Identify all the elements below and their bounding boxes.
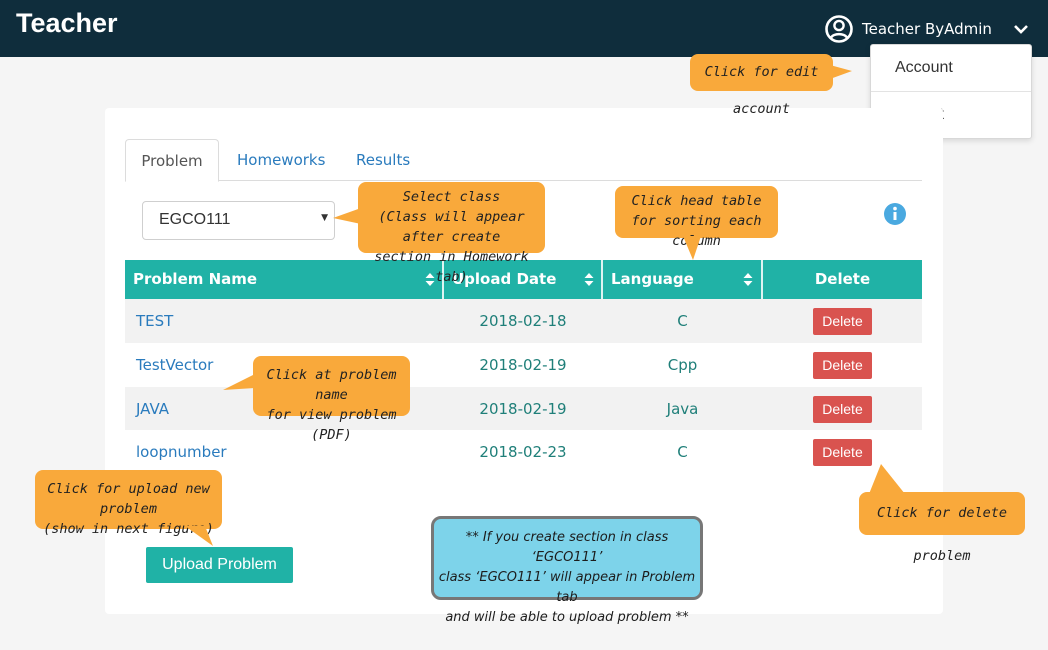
callout-pointer — [333, 208, 361, 224]
callout-problem-name-line2: for view problem (PDF) — [266, 407, 397, 443]
delete-button[interactable]: Delete — [813, 396, 872, 423]
th-language[interactable]: Language — [611, 260, 761, 299]
upload-date: 2018-02-19 — [479, 356, 567, 374]
delete-button[interactable]: Delete — [813, 439, 872, 466]
user-menu-toggle[interactable]: Teacher ByAdmin — [824, 13, 1030, 45]
delete-button[interactable]: Delete — [813, 352, 872, 379]
info-note-line1: ** If you create section in class ‘EGCO1… — [465, 530, 669, 565]
callout-pointer — [223, 374, 255, 390]
problem-name-link[interactable]: loopnumber — [136, 430, 227, 474]
th-problem-name-label: Problem Name — [133, 270, 258, 288]
class-select[interactable]: EGCO111 ▼ — [142, 201, 335, 240]
class-select-value: EGCO111 — [159, 211, 231, 228]
menu-item-account[interactable]: Account — [871, 45, 1031, 91]
upload-date: 2018-02-23 — [479, 443, 567, 461]
callout-upload-line1: Click for upload new problem — [47, 481, 210, 517]
problem-name-link[interactable]: JAVA — [136, 387, 169, 431]
language: Java — [666, 400, 699, 418]
info-note: ** If you create section in class ‘EGCO1… — [431, 516, 703, 625]
callout-edit-account: Click for edit account — [690, 54, 852, 117]
table-row: loopnumber 2018-02-23 C Delete — [125, 430, 922, 474]
info-note-line2: class ‘EGCO111’ will appear in Problem t… — [438, 570, 696, 605]
table-row: TEST 2018-02-18 C Delete — [125, 299, 922, 343]
sort-icon — [743, 273, 753, 286]
upload-problem-button[interactable]: Upload Problem — [146, 547, 293, 583]
callout-sort: Click head table for sorting each column — [615, 186, 778, 260]
callout-pointer — [683, 236, 701, 260]
info-circle-icon[interactable] — [883, 202, 907, 226]
language: C — [677, 443, 688, 461]
upload-date: 2018-02-18 — [479, 312, 567, 330]
callout-select-class-line1: Select class — [402, 189, 501, 205]
callout-select-class-line2: (Class will appear after create — [378, 209, 525, 245]
tab-problem[interactable]: Problem — [125, 139, 219, 182]
callout-problem-name-line1: Click at problem name — [266, 367, 397, 403]
callout-pointer — [830, 65, 852, 79]
callout-pointer — [185, 526, 213, 546]
tab-bar: Problem Homeworks Results — [125, 139, 922, 182]
upload-date: 2018-02-19 — [479, 400, 567, 418]
tab-results[interactable]: Results — [356, 139, 410, 181]
callout-select-class-line3: section in Homework tab) — [374, 249, 529, 285]
language: Cpp — [667, 356, 698, 374]
th-language-label: Language — [611, 270, 694, 288]
callout-pointer — [869, 464, 905, 494]
info-note-line3: and will be able to upload problem ** — [445, 610, 689, 625]
callout-select-class: Select class (Class will appear after cr… — [333, 182, 545, 285]
brand-title: Teacher — [16, 8, 118, 38]
problem-name-link[interactable]: TEST — [136, 299, 173, 343]
problem-name-link[interactable]: TestVector — [136, 343, 213, 387]
callout-sort-line1: Click head table — [631, 193, 762, 209]
user-name: Teacher ByAdmin — [862, 20, 992, 38]
sort-icon — [584, 273, 594, 286]
column-divider — [601, 260, 603, 299]
select-arrow-icon: ▼ — [321, 213, 328, 223]
user-circle-icon — [825, 15, 853, 43]
th-delete: Delete — [814, 270, 871, 288]
delete-button[interactable]: Delete — [813, 308, 872, 335]
callout-problem-name: Click at problem name for view problem (… — [223, 356, 410, 443]
callout-upload: Click for upload new problem (show in ne… — [35, 470, 222, 546]
chevron-down-icon — [1014, 25, 1028, 34]
callout-delete: Click for delete problem — [859, 464, 1025, 564]
language: C — [677, 312, 688, 330]
tab-homeworks[interactable]: Homeworks — [237, 139, 325, 181]
